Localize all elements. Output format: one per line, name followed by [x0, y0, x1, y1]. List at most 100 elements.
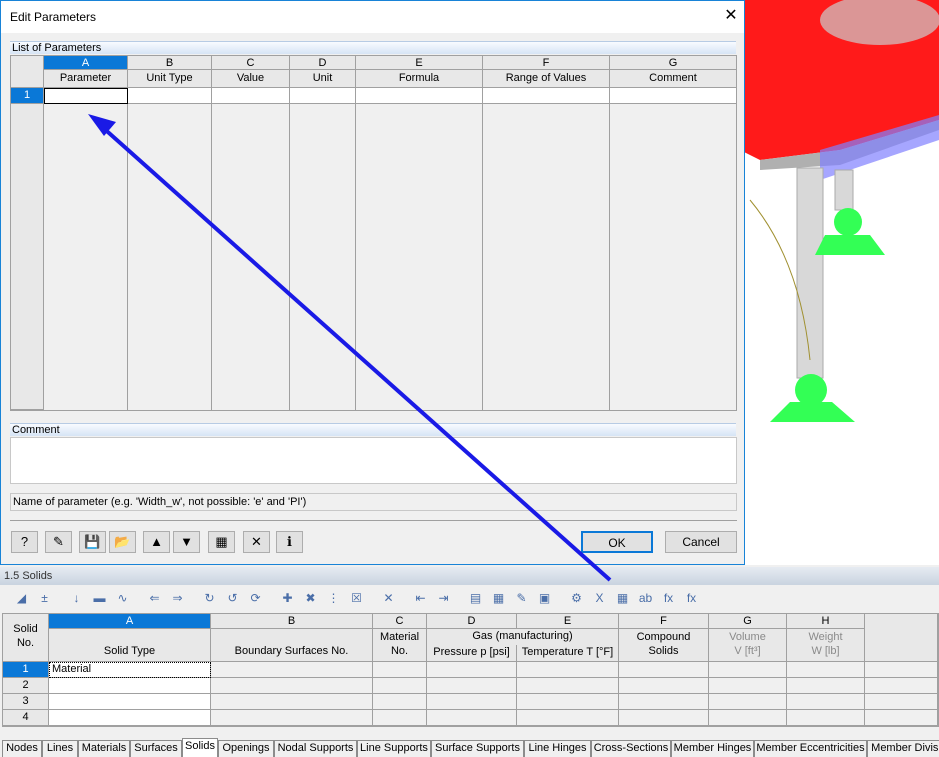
table-cell[interactable]	[619, 678, 709, 694]
toolbar-tool-icon[interactable]: ☒	[347, 589, 366, 608]
toolbar-tool-icon[interactable]: X	[590, 589, 609, 608]
row-number[interactable]: 4	[3, 710, 49, 726]
toolbar-tool-icon[interactable]: ▦	[489, 589, 508, 608]
column-letter-A[interactable]: A	[44, 56, 128, 70]
toolbar-tool-icon[interactable]: ⇐	[145, 589, 164, 608]
param-cell[interactable]	[212, 88, 290, 104]
calculator-button[interactable]: ▦	[208, 531, 235, 553]
toolbar-tool-icon[interactable]: ↺	[223, 589, 242, 608]
table-cell[interactable]	[211, 678, 373, 694]
column-letter-F[interactable]: F	[619, 614, 709, 629]
table-cell[interactable]	[865, 710, 938, 726]
table-cell[interactable]	[619, 710, 709, 726]
column-letter-C[interactable]: C	[212, 56, 290, 70]
table-cell[interactable]	[709, 662, 787, 678]
tab-solids[interactable]: Solids	[182, 738, 218, 757]
table-cell[interactable]	[517, 710, 619, 726]
toolbar-tool-icon[interactable]: ↓	[67, 589, 86, 608]
excel-export-button[interactable]: ▲	[143, 531, 170, 553]
param-cell[interactable]	[610, 88, 737, 104]
table-cell[interactable]: Material	[49, 662, 211, 678]
open-folder-button[interactable]: 📂	[109, 531, 136, 553]
table-cell[interactable]	[787, 662, 865, 678]
table-cell[interactable]	[709, 678, 787, 694]
table-cell[interactable]	[865, 694, 938, 710]
save-button[interactable]: 💾	[79, 531, 106, 553]
toolbar-tool-icon[interactable]: ⟳	[246, 589, 265, 608]
tab-member-divisi[interactable]: Member Divisi	[867, 740, 939, 757]
table-cell[interactable]	[619, 662, 709, 678]
tab-cross-sections[interactable]: Cross-Sections	[591, 740, 671, 757]
toolbar-tool-icon[interactable]: ⇤	[411, 589, 430, 608]
column-letter-G[interactable]: G	[610, 56, 737, 70]
toolbar-tool-icon[interactable]: ▦	[613, 589, 632, 608]
table-cell[interactable]	[373, 678, 427, 694]
column-letter-F[interactable]: F	[483, 56, 610, 70]
table-cell[interactable]	[517, 694, 619, 710]
toolbar-tool-icon[interactable]: ⚙	[567, 589, 586, 608]
column-letter-E[interactable]: E	[356, 56, 483, 70]
help-button[interactable]: ?	[11, 531, 38, 553]
column-letter-G[interactable]: G	[709, 614, 787, 629]
toolbar-tool-icon[interactable]: ✚	[278, 589, 297, 608]
ok-button[interactable]: OK	[581, 531, 653, 553]
close-icon[interactable]: ✕	[719, 5, 743, 27]
column-letter-B[interactable]: B	[128, 56, 212, 70]
param-cell[interactable]	[128, 88, 212, 104]
param-cell[interactable]	[356, 88, 483, 104]
table-cell[interactable]	[709, 694, 787, 710]
info-button[interactable]: ℹ	[276, 531, 303, 553]
delete-button[interactable]: ✕	[243, 531, 270, 553]
tab-member-hinges[interactable]: Member Hinges	[671, 740, 754, 757]
tab-nodes[interactable]: Nodes	[2, 740, 42, 757]
tab-surfaces[interactable]: Surfaces	[130, 740, 182, 757]
table-cell[interactable]	[49, 694, 211, 710]
comment-textarea[interactable]	[10, 437, 737, 484]
toolbar-tool-icon[interactable]: ✖	[301, 589, 320, 608]
table-cell[interactable]	[865, 678, 938, 694]
tab-openings[interactable]: Openings	[218, 740, 274, 757]
toolbar-tool-icon[interactable]: ✎	[512, 589, 531, 608]
table-cell[interactable]	[373, 710, 427, 726]
tab-nodal-supports[interactable]: Nodal Supports	[274, 740, 357, 757]
column-letter-E[interactable]: E	[517, 614, 619, 629]
table-cell[interactable]	[709, 710, 787, 726]
table-cell[interactable]	[517, 678, 619, 694]
toolbar-tool-icon[interactable]: ab	[636, 589, 655, 608]
column-letter-D[interactable]: D	[427, 614, 517, 629]
table-cell[interactable]	[787, 710, 865, 726]
tab-materials[interactable]: Materials	[78, 740, 130, 757]
table-cell[interactable]	[787, 678, 865, 694]
param-cell[interactable]	[483, 88, 610, 104]
table-cell[interactable]	[211, 694, 373, 710]
toolbar-tool-icon[interactable]: ⇥	[434, 589, 453, 608]
table-cell[interactable]	[427, 710, 517, 726]
row-number[interactable]: 3	[3, 694, 49, 710]
tab-member-eccentricities[interactable]: Member Eccentricities	[754, 740, 867, 757]
toolbar-tool-icon[interactable]: ⇒	[168, 589, 187, 608]
table-cell[interactable]	[211, 710, 373, 726]
param-cell[interactable]	[44, 88, 128, 104]
table-cell[interactable]	[373, 662, 427, 678]
param-cell[interactable]	[290, 88, 356, 104]
toolbar-tool-icon[interactable]: ✕	[379, 589, 398, 608]
column-letter-D[interactable]: D	[290, 56, 356, 70]
toolbar-tool-icon[interactable]: ▤	[466, 589, 485, 608]
row-number[interactable]: 2	[3, 678, 49, 694]
table-cell[interactable]	[517, 662, 619, 678]
toolbar-tool-icon[interactable]: ▣	[535, 589, 554, 608]
toolbar-tool-icon[interactable]: fx	[659, 589, 678, 608]
tab-line-supports[interactable]: Line Supports	[357, 740, 431, 757]
column-letter-H[interactable]: H	[787, 614, 865, 629]
toolbar-tool-icon[interactable]: ±	[35, 589, 54, 608]
table-cell[interactable]	[49, 678, 211, 694]
column-letter-B[interactable]: B	[211, 614, 373, 629]
toolbar-tool-icon[interactable]: ∿	[113, 589, 132, 608]
toolbar-tool-icon[interactable]: ◢	[12, 589, 31, 608]
tab-line-hinges[interactable]: Line Hinges	[524, 740, 591, 757]
excel-import-button[interactable]: ▼	[173, 531, 200, 553]
table-cell[interactable]	[427, 678, 517, 694]
tab-surface-supports[interactable]: Surface Supports	[431, 740, 524, 757]
table-cell[interactable]	[427, 694, 517, 710]
row-number[interactable]: 1	[3, 662, 49, 678]
